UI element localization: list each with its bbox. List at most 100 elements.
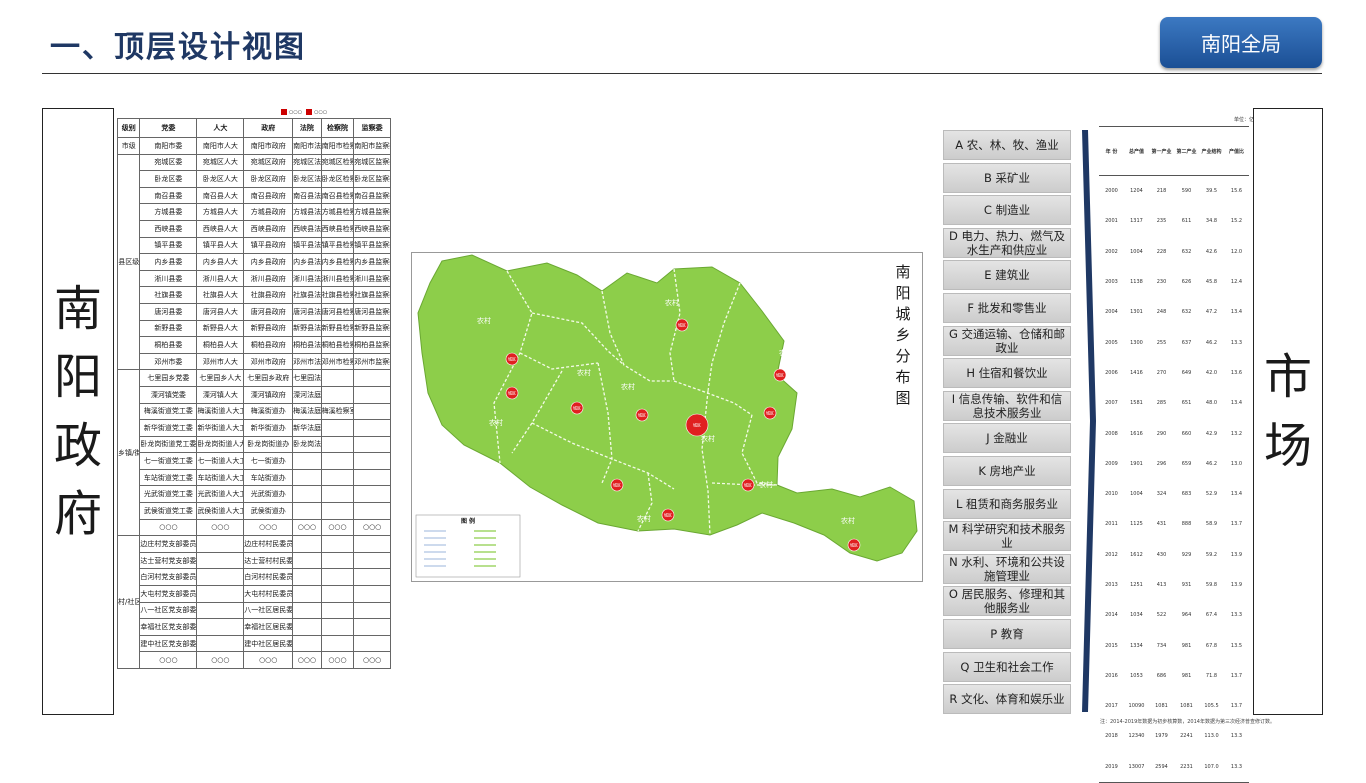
table-row: 淅川县委淅川县人大淅川县政府淅川县法院淅川县检察院淅川县监察委 — [118, 269, 391, 288]
stats-cell: 2231 — [1174, 751, 1199, 783]
industry-item[interactable]: K 房地产业 — [943, 455, 1071, 486]
gov-char: 政 — [53, 417, 102, 474]
org-cell: 南阳市政府 — [243, 137, 294, 155]
org-cell: ○○○ — [139, 518, 198, 537]
table-row: 大屯村党支部委员会 大屯村村民委员会 — [118, 585, 391, 603]
urban-label: 城区 — [850, 542, 858, 548]
table-row: 2018 12340 1979 2241 113.0 13.3 — [1099, 721, 1249, 751]
org-level-cell: 村/社区 — [116, 535, 141, 669]
industry-item[interactable]: L 租赁和商务服务业 — [943, 488, 1071, 519]
industry-item[interactable]: D 电力、热力、燃气及水生产和供应业 — [943, 227, 1071, 258]
org-cell — [292, 485, 322, 504]
stats-note: 注：2014-2019年数据为初步核算数，2014年数据为第三次经济普查修订数。 — [1100, 719, 1275, 725]
org-column-header: 级别 — [116, 118, 141, 138]
org-cell: 镇平县检察院 — [320, 236, 355, 255]
org-cell: 内乡县人大 — [196, 253, 245, 271]
stats-cell: 13.6 — [1230, 369, 1243, 376]
org-cell — [320, 535, 355, 553]
stats-cell: 981 — [1181, 672, 1192, 679]
urban-label: 城区 — [678, 322, 686, 328]
org-cell: 新野县检察院 — [320, 319, 355, 338]
org-cell: 内乡县监察委 — [353, 253, 391, 271]
table-row: 社旗县委社旗县人大社旗县政府社旗县法院社旗县检察院社旗县监察委 — [118, 286, 391, 304]
table-row: 2016 1053 686 981 71.8 13.7 — [1099, 661, 1249, 691]
org-cell: 社旗县监察委 — [353, 286, 391, 304]
industry-item[interactable]: B 采矿业 — [943, 162, 1071, 193]
stats-cell: 13.5 — [1230, 642, 1243, 649]
table-row: 方城县委方城县人大方城县政府方城县法院方城县检察院方城县监察委 — [118, 203, 391, 221]
org-cell — [353, 435, 391, 454]
industry-item[interactable]: A 农、林、牧、渔业 — [943, 130, 1071, 160]
org-cell: 卧龙区委 — [139, 170, 198, 188]
org-cell: 新野县政府 — [243, 319, 294, 338]
gov-char: 阳 — [53, 349, 102, 406]
urban-label: 城区 — [693, 422, 701, 428]
industry-item[interactable]: P 教育 — [943, 618, 1071, 649]
stats-cell: 218 — [1156, 188, 1167, 195]
org-cell: 宛城区委 — [139, 153, 198, 172]
map-title-char: 南 — [895, 263, 911, 281]
stats-column-header: 总产值 — [1124, 126, 1149, 176]
table-row: 2013 1251 413 931 59.8 13.9 — [1099, 570, 1249, 600]
org-column-header: 法院 — [292, 118, 322, 138]
stats-cell: 1979 — [1155, 733, 1168, 740]
stats-cell: 58.9 — [1205, 521, 1218, 528]
nanyang-overall-button[interactable]: 南阳全局 — [1160, 17, 1322, 68]
org-cell: 七里园乡人大 — [196, 369, 245, 387]
industry-item[interactable]: H 住宿和餐饮业 — [943, 358, 1071, 389]
org-cell — [292, 452, 322, 470]
table-row: 七一街道党工委七一街道人大工委七一街道办 — [118, 452, 391, 470]
table-row: ○○○ ○○○ ○○○ ○○○ ○○○ ○○○ — [118, 518, 391, 537]
org-cell — [292, 601, 322, 620]
table-row: 2002 1004 228 632 42.6 12.0 — [1099, 237, 1249, 267]
industry-item[interactable]: O 居民服务、修理和其他服务业 — [943, 586, 1071, 617]
industry-item[interactable]: G 交通运输、仓储和邮政业 — [943, 325, 1071, 356]
industry-item[interactable]: F 批发和零售业 — [943, 292, 1071, 323]
gov-char: 府 — [53, 485, 102, 542]
legend-text: ○○○ — [289, 109, 303, 116]
stats-cell: 12.0 — [1230, 248, 1243, 255]
industry-item[interactable]: R 文化、体育和娱乐业 — [943, 684, 1071, 715]
stats-unit: 单位：亿 — [1234, 117, 1255, 123]
industry-item[interactable]: C 制造业 — [943, 195, 1071, 226]
legend-swatch-icon — [281, 109, 287, 115]
table-row: 武侯街道党工委武侯街道人大工委武侯街道办 — [118, 502, 391, 520]
org-cell — [320, 468, 355, 487]
industry-item[interactable]: M 科学研究和技术服务业 — [943, 521, 1071, 552]
industry-item[interactable]: J 金融业 — [943, 423, 1071, 454]
stats-cell: 2003 — [1105, 279, 1118, 286]
org-cell: 西峡县委 — [139, 219, 198, 238]
org-cell: 镇平县委 — [139, 236, 198, 255]
industry-item[interactable]: N 水利、环境和公共设施管理业 — [943, 553, 1071, 584]
urban-label: 城区 — [664, 512, 672, 518]
org-cell: 边庄村村民委员会 — [243, 535, 294, 553]
urban-label: 城区 — [573, 405, 581, 411]
stats-cell: 2004 — [1105, 309, 1118, 316]
org-cell: 卧龙区监察委 — [353, 170, 391, 188]
org-column-header: 监察委 — [353, 118, 391, 138]
stats-cell: 1125 — [1130, 521, 1143, 528]
industry-item[interactable]: E 建筑业 — [943, 260, 1071, 291]
table-row: 2003 1138 230 626 45.8 12.4 — [1099, 267, 1249, 297]
industry-item[interactable]: Q 卫生和社会工作 — [943, 651, 1071, 682]
org-cell: 淅川县委 — [139, 269, 198, 288]
urban-label: 城区 — [508, 390, 516, 396]
org-cell: 淅川县人大 — [196, 269, 245, 288]
stats-cell: 13.9 — [1230, 551, 1243, 558]
industry-item[interactable]: I 信息传输、软件和信息技术服务业 — [943, 390, 1071, 421]
org-cell — [353, 601, 391, 620]
table-row: 县区级宛城区委宛城区人大宛城区政府宛城区法院宛城区检察院宛城区监察委 — [116, 153, 391, 371]
stats-cell: 1416 — [1130, 369, 1143, 376]
org-cell: 方城县人大 — [196, 203, 245, 221]
org-cell: 方城县监察委 — [353, 203, 391, 221]
org-cell: 唐河县人大 — [196, 302, 245, 321]
stats-cell: 637 — [1181, 339, 1192, 346]
stats-cell: 296 — [1156, 460, 1167, 467]
stats-cell: 47.2 — [1205, 309, 1218, 316]
org-cell — [320, 634, 355, 653]
table-row: 2007 1581 285 651 48.0 13.4 — [1099, 388, 1249, 418]
org-cell: 邓州市委 — [139, 352, 198, 371]
table-row: 2015 1334 734 981 67.8 13.5 — [1099, 630, 1249, 660]
table-row: 2010 1004 324 683 52.9 13.4 — [1099, 479, 1249, 509]
org-cell: 卧龙区人大 — [196, 170, 245, 188]
